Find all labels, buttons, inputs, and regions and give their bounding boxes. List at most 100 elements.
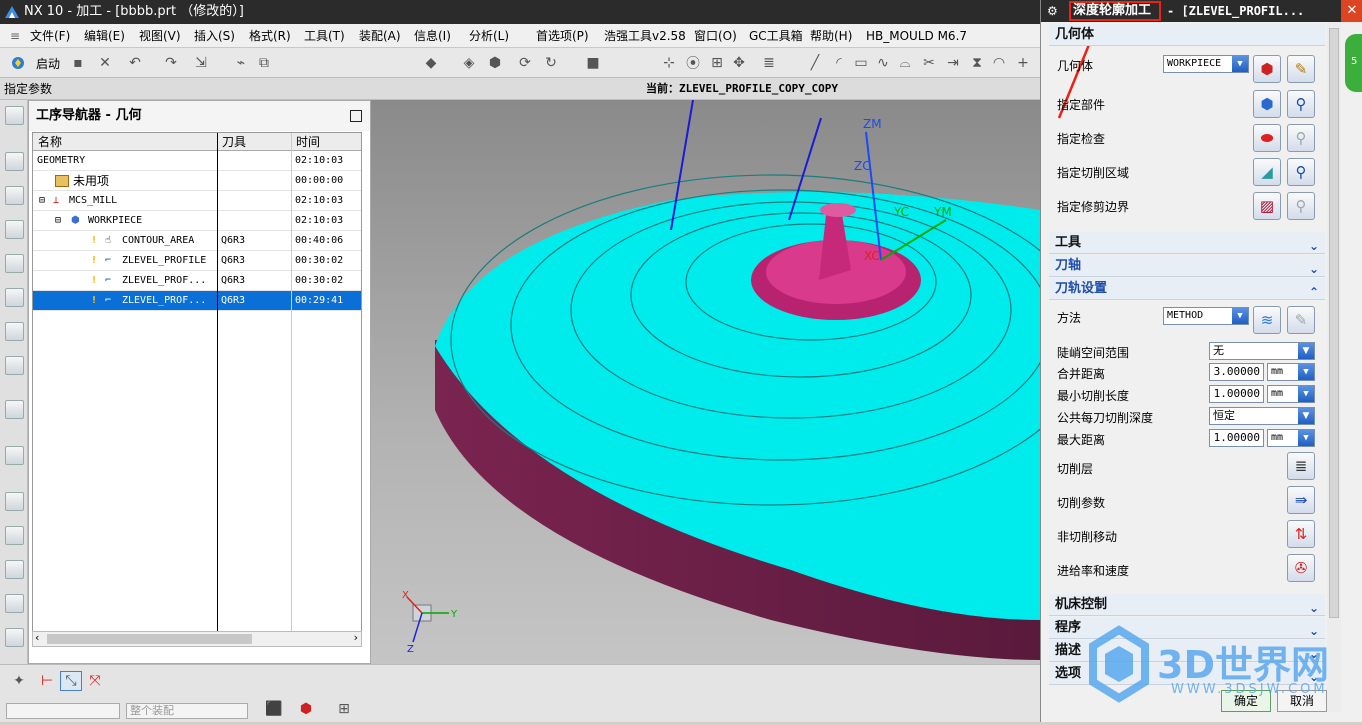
display-part-button[interactable]: ⚲ [1287, 90, 1315, 118]
menu-info[interactable]: 信息(I) [414, 25, 451, 47]
min-cut-unit-select[interactable]: mm ▼ [1267, 385, 1315, 403]
menu-insert[interactable]: 插入(S) [194, 25, 235, 47]
side-badge[interactable]: 5 [1345, 34, 1362, 92]
dialog-close-icon[interactable]: ✕ [1341, 0, 1362, 22]
grid-icon[interactable]: ⊞ [332, 699, 356, 719]
start-button[interactable]: 启动 [30, 53, 66, 73]
display-cut-area-button[interactable]: ⚲ [1287, 158, 1315, 186]
merge-unit-select[interactable]: mm ▼ [1267, 363, 1315, 381]
table-row[interactable]: · 未用项 00:00:00 [33, 171, 361, 191]
menu-edit[interactable]: 编辑(E) [84, 25, 125, 47]
edit-geometry-button[interactable]: ✎ [1287, 55, 1315, 83]
curve-icon[interactable]: ∿ [874, 53, 892, 73]
offset-icon[interactable]: ⌓ [896, 53, 914, 73]
machine-navigator-icon[interactable] [5, 288, 24, 307]
menu-hb-mould[interactable]: HB_MOULD M6.7 [866, 25, 967, 47]
horizontal-scrollbar[interactable]: ‹ › [32, 631, 362, 647]
operation-navigator-icon[interactable] [5, 254, 24, 273]
background-color-icon[interactable]: ■ [582, 53, 604, 73]
fillet-icon[interactable]: ◠ [990, 53, 1008, 73]
feeds-speeds-button[interactable]: ✇ [1287, 554, 1315, 582]
model-view[interactable]: ZM ZC YC YM XC X Y Z [371, 99, 1092, 664]
window-icon[interactable]: ⧉ [255, 53, 273, 73]
collapse-icon[interactable]: ⊟ [55, 211, 61, 231]
select-part-button[interactable]: ⬢ [1253, 90, 1281, 118]
manufacturing-wizard-icon[interactable] [5, 594, 24, 613]
cut-levels-button[interactable]: ≣ [1287, 452, 1315, 480]
cut-params-button[interactable]: ⇛ [1287, 486, 1315, 514]
section-path-settings[interactable]: 刀轨设置 ⌃ [1049, 278, 1325, 300]
redo-icon[interactable]: ↷ [162, 53, 180, 73]
reuse-library-icon[interactable] [5, 322, 24, 341]
point-icon[interactable]: + [1014, 53, 1032, 73]
table-row[interactable]: GEOMETRY 02:10:03 [33, 151, 361, 171]
table-row[interactable]: ! ⌐ ZLEVEL_PROF... Q6R3 00:30:02 [33, 271, 361, 291]
layer-icon[interactable]: ≣ [760, 53, 778, 73]
display-trim-button[interactable]: ⚲ [1287, 192, 1315, 220]
section-tool[interactable]: 工具 ⌄ [1049, 232, 1325, 254]
menu-help[interactable]: 帮助(H) [810, 25, 852, 47]
render-style-icon[interactable]: ◈ [458, 53, 480, 73]
undo-icon[interactable]: ↶ [126, 53, 144, 73]
column-name[interactable]: 名称 [33, 133, 217, 151]
menu-assembly[interactable]: 装配(A) [359, 25, 401, 47]
menu-view[interactable]: 视图(V) [139, 25, 181, 47]
menu-window[interactable]: 窗口(O) [694, 25, 737, 47]
rectangle-icon[interactable]: ▭ [852, 53, 870, 73]
palette-icon[interactable] [5, 526, 24, 545]
select-trim-button[interactable]: ▨ [1253, 192, 1281, 220]
clock-icon[interactable] [5, 492, 24, 511]
orient-view-icon[interactable]: ◆ [420, 53, 442, 73]
web-browser-icon[interactable] [5, 400, 24, 419]
scroll-left-icon[interactable]: ‹ [35, 631, 39, 644]
section-tool-axis[interactable]: 刀轴 ⌄ [1049, 255, 1325, 277]
min-cut-field[interactable]: 1.00000 [1209, 385, 1264, 403]
display-check-button[interactable]: ⚲ [1287, 124, 1315, 152]
collapse-icon[interactable]: ⊟ [39, 191, 45, 211]
process-studio-icon[interactable] [5, 560, 24, 579]
max-distance-field[interactable]: 1.00000 [1209, 429, 1264, 447]
assembly-navigator-icon[interactable] [5, 152, 24, 171]
steep-select[interactable]: 无 ▼ [1209, 342, 1315, 360]
arc-icon[interactable]: ◜ [830, 53, 848, 73]
menu-tools[interactable]: 工具(T) [304, 25, 345, 47]
box-icon[interactable]: ⬢ [294, 699, 318, 719]
section-geometry[interactable]: 几何体 [1049, 24, 1325, 46]
trim-icon[interactable]: ✂ [920, 53, 938, 73]
selection-intent-icon[interactable]: ⤡ [60, 671, 82, 691]
menu-preferences[interactable]: 首选项(P) [536, 25, 589, 47]
snap-curve-icon[interactable]: ⤧ [86, 671, 104, 691]
section-machine-control[interactable]: 机床控制 ⌄ [1049, 594, 1325, 616]
merge-distance-field[interactable]: 3.00000 [1209, 363, 1264, 381]
scroll-thumb[interactable] [47, 634, 252, 644]
move-icon[interactable]: ✥ [730, 53, 748, 73]
shaded-view-icon[interactable]: ⬢ [484, 53, 506, 73]
menu-dropdown-icon[interactable]: ≡ [10, 25, 20, 47]
scope-filter-select[interactable]: 整个装配 [126, 703, 248, 719]
hd3d-tools-icon[interactable] [5, 356, 24, 375]
type-filter-select[interactable] [6, 703, 120, 719]
dialog-settings-icon[interactable]: ⚙ [1047, 0, 1058, 22]
dialog-scrollbar[interactable] [1327, 22, 1341, 712]
graphics-window[interactable]: ZM ZC YC YM XC X Y Z [371, 99, 1092, 664]
maximize-icon[interactable] [350, 110, 362, 122]
start-icon[interactable] [10, 53, 26, 73]
select-cut-area-button[interactable]: ◢ [1253, 158, 1281, 186]
rotate-icon[interactable]: ⟳ [514, 53, 536, 73]
table-row[interactable]: ⊟ ⬢ WORKPIECE 02:10:03 [33, 211, 361, 231]
mirror-icon[interactable]: ⧗ [968, 53, 986, 73]
settings-icon[interactable] [5, 106, 24, 125]
geometry-select[interactable]: WORKPIECE ▼ [1163, 55, 1249, 73]
noncut-moves-button[interactable]: ⇅ [1287, 520, 1315, 548]
new-method-button[interactable]: ≋ [1253, 306, 1281, 334]
paste-icon[interactable]: ⌁ [232, 53, 250, 73]
refresh-icon[interactable]: ↻ [540, 53, 562, 73]
save-icon[interactable]: ▪ [70, 53, 86, 73]
roles-icon[interactable] [5, 628, 24, 647]
snap-icon[interactable]: ⊹ [660, 53, 678, 73]
method-select[interactable]: METHOD ▼ [1163, 307, 1249, 325]
table-row-selected[interactable]: ! ⌐ ZLEVEL_PROF... Q6R3 00:29:41 [33, 291, 361, 311]
edit-method-button[interactable]: ✎ [1287, 306, 1315, 334]
menu-gc-toolbox[interactable]: GC工具箱 [749, 25, 803, 47]
menu-analysis[interactable]: 分析(L) [469, 25, 509, 47]
